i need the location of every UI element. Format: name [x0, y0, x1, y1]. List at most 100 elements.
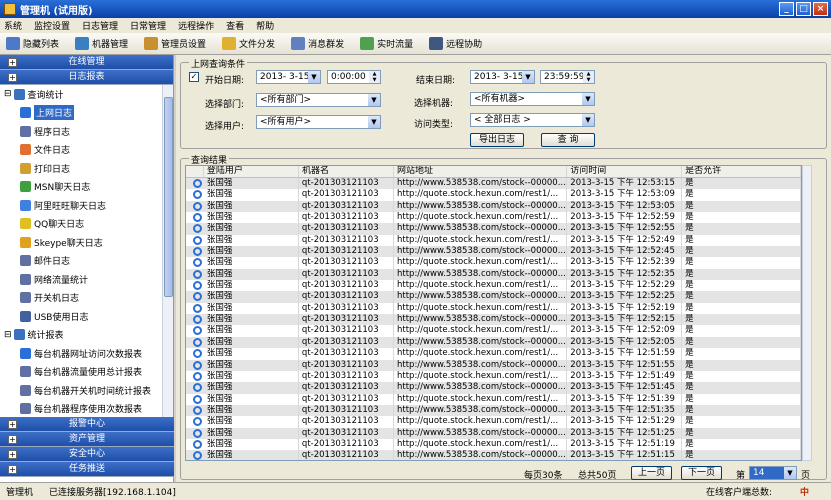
tree-item[interactable]: 每台机器程序使用次数报表	[0, 400, 162, 418]
table-cell: 张国强	[204, 336, 299, 349]
tree-item[interactable]: ⊟ 查询统计	[0, 85, 162, 104]
toolbar-button[interactable]: 远程协助	[429, 37, 482, 50]
query-button[interactable]: 查 询	[541, 133, 595, 147]
end-time-spinner[interactable]: 23:59:59 ▲ ▼	[540, 70, 595, 84]
table-row[interactable]: 张国强 qt-201303121103 http://www.538538.com/…	[186, 382, 801, 394]
next-page-button[interactable]: 下一页	[681, 466, 722, 480]
table-row[interactable]: 张国强 qt-201303121103 http://quote.stock.hex…	[186, 257, 801, 269]
panel-header[interactable]: + 报警中心	[0, 417, 174, 432]
column-header[interactable]: 访问时间	[567, 166, 683, 177]
maximize-button[interactable]: □	[796, 2, 811, 16]
expand-icon[interactable]: +	[8, 420, 17, 429]
table-row[interactable]: 张国强 qt-201303121103 http://www.538538.com/…	[186, 246, 801, 258]
toolbar-button[interactable]: 隐藏列表	[6, 37, 59, 50]
expand-icon[interactable]: +	[8, 435, 17, 444]
tree-item[interactable]: 每台机器开关机时间统计报表	[0, 381, 162, 400]
close-button[interactable]: ×	[813, 2, 828, 16]
table-row[interactable]: 张国强 qt-201303121103 http://quote.stock.hex…	[186, 438, 801, 451]
menu-item[interactable]: 查看	[226, 19, 244, 32]
tree-item[interactable]: 邮件日志	[0, 252, 162, 271]
tree-item[interactable]: 上网日志	[0, 104, 162, 123]
toolbar-button[interactable]: 文件分发	[222, 37, 275, 50]
table-row[interactable]: 张国强 qt-201303121103 http://www.538538.com/…	[186, 268, 801, 281]
menu-item[interactable]: 日志管理	[82, 19, 118, 32]
end-date-picker[interactable]: 2013- 3-15 ▼	[470, 70, 535, 84]
expand-icon[interactable]: +	[8, 450, 17, 459]
table-row[interactable]: 张国强 qt-201303121103 http://www.538538.com/…	[186, 359, 801, 371]
panel-header[interactable]: + 任务推送	[0, 462, 174, 477]
table-row[interactable]: 张国强 qt-201303121103 http://www.538538.com/…	[186, 178, 801, 190]
tree-item[interactable]: MSN聊天日志	[0, 178, 162, 197]
page-number-select[interactable]: 14 ▼	[749, 466, 797, 480]
status-online-count: 在线客户端总数:	[706, 488, 773, 498]
tree-item[interactable]: 阿里旺旺聊天日志	[0, 196, 162, 215]
table-row[interactable]: 张国强 qt-201303121103 http://www.538538.com/…	[186, 427, 801, 439]
table-row[interactable]: 张国强 qt-201303121103 http://quote.stock.hex…	[186, 416, 801, 428]
tree-item[interactable]: USB使用日志	[0, 307, 162, 326]
start-date-checkbox[interactable]: ✓	[189, 72, 199, 82]
tree-item[interactable]: 打印日志	[0, 159, 162, 178]
panel-header[interactable]: + 在线管理	[0, 55, 173, 70]
column-header[interactable]: 是否允许	[682, 166, 801, 177]
column-header[interactable]: 机器名	[299, 166, 395, 177]
toolbar-button[interactable]: 机器管理	[75, 37, 128, 50]
expand-icon[interactable]: +	[8, 465, 17, 474]
table-row[interactable]: 张国强 qt-201303121103 http://quote.stock.hex…	[186, 348, 801, 360]
tree-item[interactable]: QQ聊天日志	[0, 215, 162, 234]
collapse-icon[interactable]: ⊟	[4, 330, 12, 340]
menu-item[interactable]: 帮助	[256, 19, 274, 32]
access-type-label: 访问类型:	[414, 120, 454, 130]
tree-item[interactable]: ⊟ 统计报表	[0, 326, 162, 345]
ime-indicator[interactable]: 中	[800, 485, 809, 498]
department-select[interactable]: <所有部门> ▼	[256, 93, 381, 107]
toolbar-button[interactable]: 管理员设置	[144, 37, 206, 50]
table-row[interactable]: 张国强 qt-201303121103 http://quote.stock.hex…	[186, 302, 801, 315]
table-row[interactable]: 张国强 qt-201303121103 http://www.538538.com/…	[186, 291, 801, 303]
minimize-button[interactable]: _	[779, 2, 794, 16]
panel-header[interactable]: + 资产管理	[0, 432, 174, 447]
table-row[interactable]: 张国强 qt-201303121103 http://www.538538.com/…	[186, 200, 801, 213]
menu-item[interactable]: 日常管理	[130, 19, 166, 32]
tree-item[interactable]: 程序日志	[0, 122, 162, 141]
tree-item[interactable]: Skeype聊天日志	[0, 233, 162, 252]
tree-item[interactable]: 网络流量统计	[0, 270, 162, 289]
tree-item-label: 每台机器流量使用总计报表	[34, 368, 143, 379]
toolbar-button[interactable]: 消息群发	[291, 37, 344, 50]
panel-header[interactable]: + 日志报表	[0, 70, 173, 85]
table-row[interactable]: 张国强 qt-201303121103 http://quote.stock.hex…	[186, 212, 801, 224]
prev-page-button[interactable]: 上一页	[631, 466, 672, 480]
menu-item[interactable]: 远程操作	[178, 19, 214, 32]
panel-header[interactable]: + 安全中心	[0, 447, 174, 462]
table-row[interactable]: 张国强 qt-201303121103 http://quote.stock.hex…	[186, 370, 801, 383]
export-log-button[interactable]: 导出日志	[470, 133, 524, 147]
tree-item[interactable]: 开关机日志	[0, 289, 162, 308]
menu-item[interactable]: 监控设置	[34, 19, 70, 32]
tree-item[interactable]: 每台机器流量使用总计报表	[0, 363, 162, 382]
column-header[interactable]: 登陆用户	[204, 166, 299, 177]
results-scrollbar[interactable]	[802, 165, 812, 461]
collapse-icon[interactable]: ⊟	[4, 89, 12, 99]
machine-select[interactable]: <所有机器> ▼	[470, 92, 595, 106]
table-row[interactable]: 张国强 qt-201303121103 http://quote.stock.hex…	[186, 325, 801, 337]
tree-item[interactable]: 文件日志	[0, 141, 162, 160]
table-row[interactable]: 张国强 qt-201303121103 http://www.538538.com/…	[186, 404, 801, 417]
table-row[interactable]: 张国强 qt-201303121103 http://www.538538.com/…	[186, 450, 801, 460]
table-row[interactable]: 张国强 qt-201303121103 http://quote.stock.hex…	[186, 189, 801, 201]
tree-scrollbar[interactable]	[162, 85, 173, 417]
column-header[interactable]: 网站地址	[394, 166, 568, 177]
menu-item[interactable]: 系统	[4, 19, 22, 32]
toolbar-button[interactable]: 实时流量	[360, 37, 413, 50]
table-row[interactable]: 张国强 qt-201303121103 http://quote.stock.hex…	[186, 280, 801, 292]
access-type-select[interactable]: < 全部日志 > ▼	[470, 113, 595, 127]
table-row[interactable]: 张国强 qt-201303121103 http://www.538538.com/…	[186, 223, 801, 235]
table-row[interactable]: 张国强 qt-201303121103 http://www.538538.com/…	[186, 336, 801, 349]
start-date-picker[interactable]: 2013- 3-15 ▼	[256, 70, 321, 84]
start-time-spinner[interactable]: 0:00:00 ▲ ▼	[327, 70, 381, 84]
table-row[interactable]: 张国强 qt-201303121103 http://quote.stock.hex…	[186, 234, 801, 247]
expand-icon[interactable]: +	[8, 73, 17, 82]
user-select[interactable]: <所有用户> ▼	[256, 115, 381, 129]
table-row[interactable]: 张国强 qt-201303121103 http://quote.stock.hex…	[186, 393, 801, 405]
table-row[interactable]: 张国强 qt-201303121103 http://www.538538.com/…	[186, 314, 801, 326]
expand-icon[interactable]: +	[8, 58, 17, 67]
tree-item[interactable]: 每台机器网址访问次数报表	[0, 344, 162, 363]
